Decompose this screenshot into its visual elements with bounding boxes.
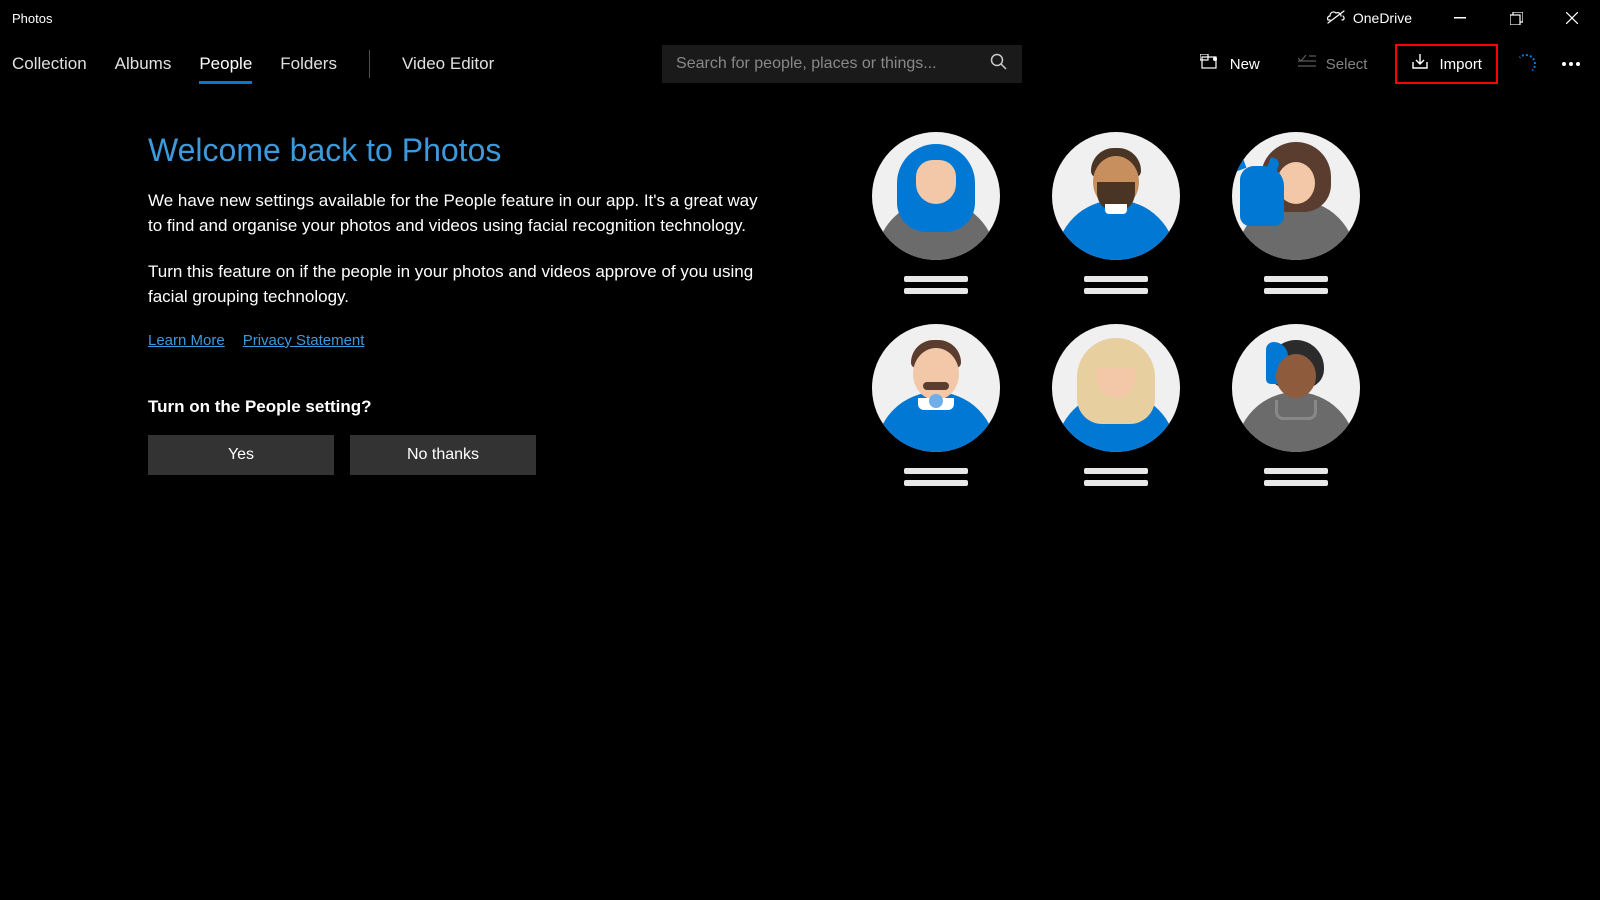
- avatar-placeholder-lines: [1084, 468, 1148, 486]
- window-controls: [1432, 0, 1600, 36]
- window-title: Photos: [12, 11, 52, 26]
- tab-folders[interactable]: Folders: [280, 46, 337, 82]
- avatars-grid: [846, 132, 1386, 486]
- tab-people[interactable]: People: [199, 46, 252, 82]
- import-icon: [1411, 54, 1429, 74]
- welcome-title: Welcome back to Photos: [148, 132, 768, 169]
- search-box[interactable]: [662, 45, 1022, 83]
- search-input[interactable]: [676, 55, 982, 73]
- onedrive-status[interactable]: OneDrive: [1307, 10, 1432, 27]
- titlebar: Photos OneDrive: [0, 0, 1600, 36]
- avatar-cell: [1026, 324, 1206, 486]
- new-icon: [1200, 54, 1220, 74]
- avatar-placeholder-lines: [1264, 468, 1328, 486]
- avatar: [1232, 324, 1360, 452]
- tab-albums[interactable]: Albums: [115, 46, 172, 82]
- yes-button[interactable]: Yes: [148, 435, 334, 475]
- welcome-paragraph-2: Turn this feature on if the people in yo…: [148, 260, 768, 309]
- cloud-off-icon: [1327, 10, 1345, 27]
- avatar-cell: [846, 132, 1026, 294]
- navbar: Collection Albums People Folders Video E…: [0, 36, 1600, 92]
- more-icon: [1562, 62, 1566, 66]
- more-icon: [1569, 62, 1573, 66]
- avatar: [1232, 132, 1360, 260]
- avatar-placeholder-lines: [1264, 276, 1328, 294]
- learn-more-link[interactable]: Learn More: [148, 332, 225, 349]
- select-icon: [1298, 55, 1316, 73]
- welcome-paragraph-1: We have new settings available for the P…: [148, 189, 768, 238]
- avatar-cell: [1026, 132, 1206, 294]
- button-row: Yes No thanks: [148, 435, 768, 475]
- close-button[interactable]: [1544, 0, 1600, 36]
- more-button[interactable]: [1554, 62, 1588, 66]
- avatar-cell: [1206, 132, 1386, 294]
- avatar-cell: [846, 324, 1026, 486]
- avatar-placeholder-lines: [904, 468, 968, 486]
- cloud-label: OneDrive: [1353, 10, 1412, 26]
- import-button[interactable]: Import: [1395, 44, 1498, 84]
- new-label: New: [1230, 56, 1260, 73]
- minimize-button[interactable]: [1432, 0, 1488, 36]
- content: Welcome back to Photos We have new setti…: [0, 92, 1600, 486]
- privacy-link[interactable]: Privacy Statement: [243, 332, 365, 349]
- search-icon[interactable]: [990, 53, 1008, 76]
- loading-spinner-icon: [1516, 54, 1536, 74]
- new-button[interactable]: New: [1190, 48, 1270, 80]
- nav-tabs: Collection Albums People Folders Video E…: [12, 46, 494, 82]
- nav-divider: [369, 50, 370, 78]
- nav-actions: New Select Import: [1190, 44, 1588, 84]
- tab-video-editor[interactable]: Video Editor: [402, 46, 494, 82]
- maximize-button[interactable]: [1488, 0, 1544, 36]
- maximize-icon: [1510, 12, 1523, 25]
- search-wrap: [662, 45, 1022, 83]
- avatar-placeholder-lines: [904, 276, 968, 294]
- avatar-placeholder-lines: [1084, 276, 1148, 294]
- import-label: Import: [1439, 56, 1482, 73]
- avatar: [1052, 324, 1180, 452]
- minimize-icon: [1454, 17, 1466, 19]
- avatar: [1052, 132, 1180, 260]
- avatar: [872, 132, 1000, 260]
- tab-collection[interactable]: Collection: [12, 46, 87, 82]
- select-label: Select: [1326, 56, 1368, 73]
- more-icon: [1576, 62, 1580, 66]
- titlebar-right: OneDrive: [1307, 0, 1600, 36]
- prompt-title: Turn on the People setting?: [148, 397, 768, 417]
- links-row: Learn More Privacy Statement: [148, 332, 768, 349]
- select-button[interactable]: Select: [1288, 49, 1378, 79]
- avatar: [872, 324, 1000, 452]
- welcome-panel: Welcome back to Photos We have new setti…: [148, 132, 768, 486]
- avatar-cell: [1206, 324, 1386, 486]
- close-icon: [1566, 12, 1578, 24]
- no-thanks-button[interactable]: No thanks: [350, 435, 536, 475]
